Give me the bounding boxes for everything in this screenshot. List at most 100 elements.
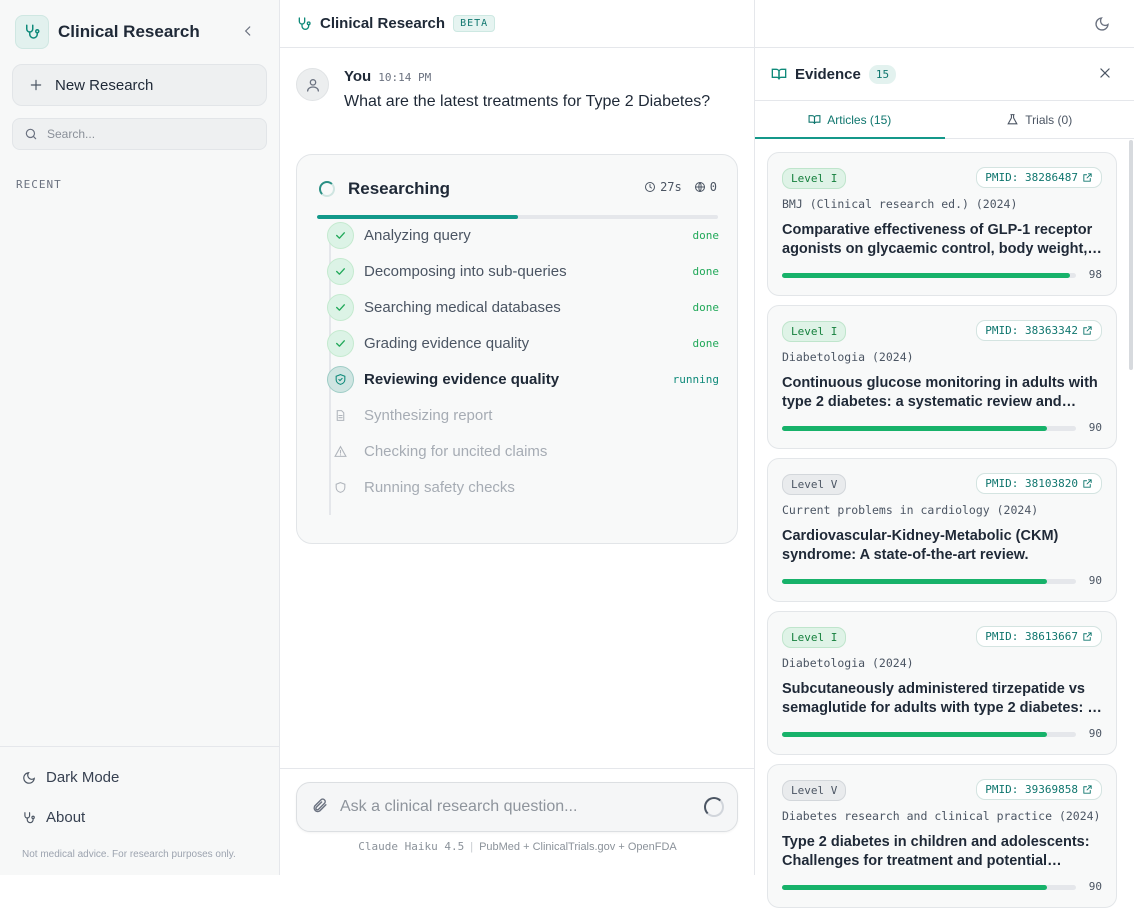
- research-step: Running safety checks: [329, 473, 719, 501]
- research-step: Synthesizing report: [329, 401, 719, 429]
- flask-icon: [1006, 113, 1019, 126]
- relevance-score-bar: [782, 885, 1076, 890]
- article-card[interactable]: Level V PMID: 38103820 Current problems in…: [767, 458, 1117, 602]
- model-name: Claude Haiku 4.5: [358, 840, 464, 853]
- tab-articles[interactable]: Articles (15): [755, 101, 945, 138]
- tab-trials[interactable]: Trials (0): [945, 101, 1134, 138]
- recent-section-label: RECENT: [16, 178, 62, 191]
- evidence-level-badge: Level I: [782, 168, 846, 189]
- relevance-score-bar: [782, 732, 1076, 737]
- relevance-score-fill: [782, 732, 1047, 737]
- book-open-icon: [771, 66, 787, 82]
- search-box: [12, 118, 267, 150]
- moon-icon: [1094, 16, 1110, 32]
- check-icon: [327, 330, 354, 357]
- article-title: Comparative effectiveness of GLP-1 recep…: [782, 221, 1104, 259]
- loading-spinner-icon: [319, 181, 335, 197]
- journal-name: BMJ (Clinical research ed.) (2024): [782, 197, 1017, 211]
- pmid-link[interactable]: PMID: 38103820: [976, 473, 1102, 494]
- attach-button[interactable]: [311, 797, 328, 817]
- journal-name: Diabetes research and clinical practice …: [782, 809, 1101, 823]
- article-title: Subcutaneously administered tirzepatide …: [782, 680, 1104, 718]
- step-label: Grading evidence quality: [364, 335, 529, 352]
- evidence-count-badge: 15: [869, 65, 896, 84]
- chat-area: You 10:14 PM What are the latest treatme…: [280, 0, 755, 875]
- disclaimer: Not medical advice. For research purpose…: [22, 849, 236, 860]
- article-title: Continuous glucose monitoring in adults …: [782, 374, 1104, 412]
- pmid-text: PMID: 38363342: [985, 324, 1078, 337]
- footer-separator: |: [470, 841, 473, 853]
- article-card[interactable]: Level I PMID: 38613667 Diabetologia (2024)…: [767, 611, 1117, 755]
- pmid-link[interactable]: PMID: 38613667: [976, 626, 1102, 647]
- sidebar-footer: Dark Mode About Not medical advice. For …: [0, 746, 279, 875]
- evidence-level-badge: Level I: [782, 627, 846, 648]
- search-input[interactable]: [47, 127, 247, 141]
- evidence-level-badge: Level V: [782, 474, 846, 495]
- research-step: Reviewing evidence quality running: [329, 365, 719, 393]
- step-label: Running safety checks: [364, 479, 515, 496]
- article-card[interactable]: Level VPMID: 39369858Diabetes research a…: [767, 764, 1117, 908]
- research-step: Decomposing into sub-queriesdone: [329, 257, 719, 285]
- relevance-score-bar: [782, 273, 1076, 278]
- relevance-score: 90: [1089, 574, 1102, 587]
- step-status: done: [693, 229, 720, 242]
- shield-icon: [327, 474, 354, 501]
- pmid-text: PMID: 39369858: [985, 783, 1078, 796]
- step-label: Analyzing query: [364, 227, 471, 244]
- research-step: Checking for uncited claims: [329, 437, 719, 465]
- about-button[interactable]: About: [22, 809, 85, 826]
- step-status: done: [693, 301, 720, 314]
- relevance-score-fill: [782, 579, 1047, 584]
- article-card[interactable]: Level IPMID: 38363342Diabetologia (2024)…: [767, 305, 1117, 449]
- journal-name: Current problems in cardiology (2024): [782, 503, 1038, 517]
- clock-icon: [644, 181, 656, 193]
- evidence-title: Evidence: [795, 66, 861, 83]
- research-progress-fill: [317, 215, 518, 219]
- relevance-score-fill: [782, 885, 1047, 890]
- dark-mode-button[interactable]: Dark Mode: [22, 769, 119, 786]
- pmid-link[interactable]: PMID: 38286487: [976, 167, 1102, 188]
- shield-check-icon: [327, 366, 354, 393]
- user-message: You 10:14 PM What are the latest treatme…: [296, 68, 710, 111]
- relevance-score: 98: [1089, 268, 1102, 281]
- relevance-score-bar: [782, 579, 1076, 584]
- send-loading-button[interactable]: [704, 797, 724, 817]
- tab-trials-label: Trials (0): [1025, 113, 1072, 127]
- relevance-score: 90: [1089, 880, 1102, 893]
- pmid-link[interactable]: PMID: 38363342: [976, 320, 1102, 341]
- pmid-text: PMID: 38613667: [985, 630, 1078, 643]
- moon-icon: [22, 771, 36, 785]
- step-status: done: [693, 337, 720, 350]
- evidence-tabs: Articles (15) Trials (0): [755, 101, 1134, 139]
- user-icon: [305, 77, 321, 93]
- research-step: Analyzing query done: [329, 221, 719, 249]
- article-card[interactable]: Level I PMID: 38286487 BMJ (Clinical resea…: [767, 152, 1117, 296]
- document-icon: [327, 402, 354, 429]
- question-input[interactable]: [340, 798, 680, 816]
- elapsed-time: 27s: [660, 180, 682, 194]
- collapse-sidebar-button[interactable]: [239, 22, 257, 40]
- external-link-icon: [1082, 172, 1093, 183]
- pmid-link[interactable]: PMID: 39369858: [976, 779, 1102, 800]
- step-status: running: [673, 373, 719, 386]
- check-icon: [327, 294, 354, 321]
- message-author: You: [344, 68, 371, 85]
- relevance-score: 90: [1089, 727, 1102, 740]
- message-time: 10:14 PM: [378, 71, 431, 84]
- journal-name: Diabetologia (2024): [782, 656, 914, 670]
- close-evidence-button[interactable]: [1098, 66, 1112, 83]
- paperclip-icon: [311, 797, 328, 814]
- step-label: Reviewing evidence quality: [364, 371, 559, 388]
- evidence-scrollbar[interactable]: [1128, 140, 1134, 420]
- evidence-header: Evidence 15: [755, 48, 1134, 101]
- step-label: Checking for uncited claims: [364, 443, 547, 460]
- new-research-button[interactable]: New Research: [12, 64, 267, 106]
- message-text: What are the latest treatments for Type …: [344, 93, 710, 111]
- journal-name: Diabetologia (2024): [782, 350, 914, 364]
- globe-icon: [694, 181, 706, 193]
- relevance-score-bar: [782, 426, 1076, 431]
- check-icon: [327, 222, 354, 249]
- article-title: Cardiovascular-Kidney-Metabolic (CKM) sy…: [782, 527, 1104, 565]
- theme-toggle-button[interactable]: [1094, 16, 1110, 35]
- composer: Claude Haiku 4.5|PubMed + ClinicalTrials…: [280, 768, 755, 875]
